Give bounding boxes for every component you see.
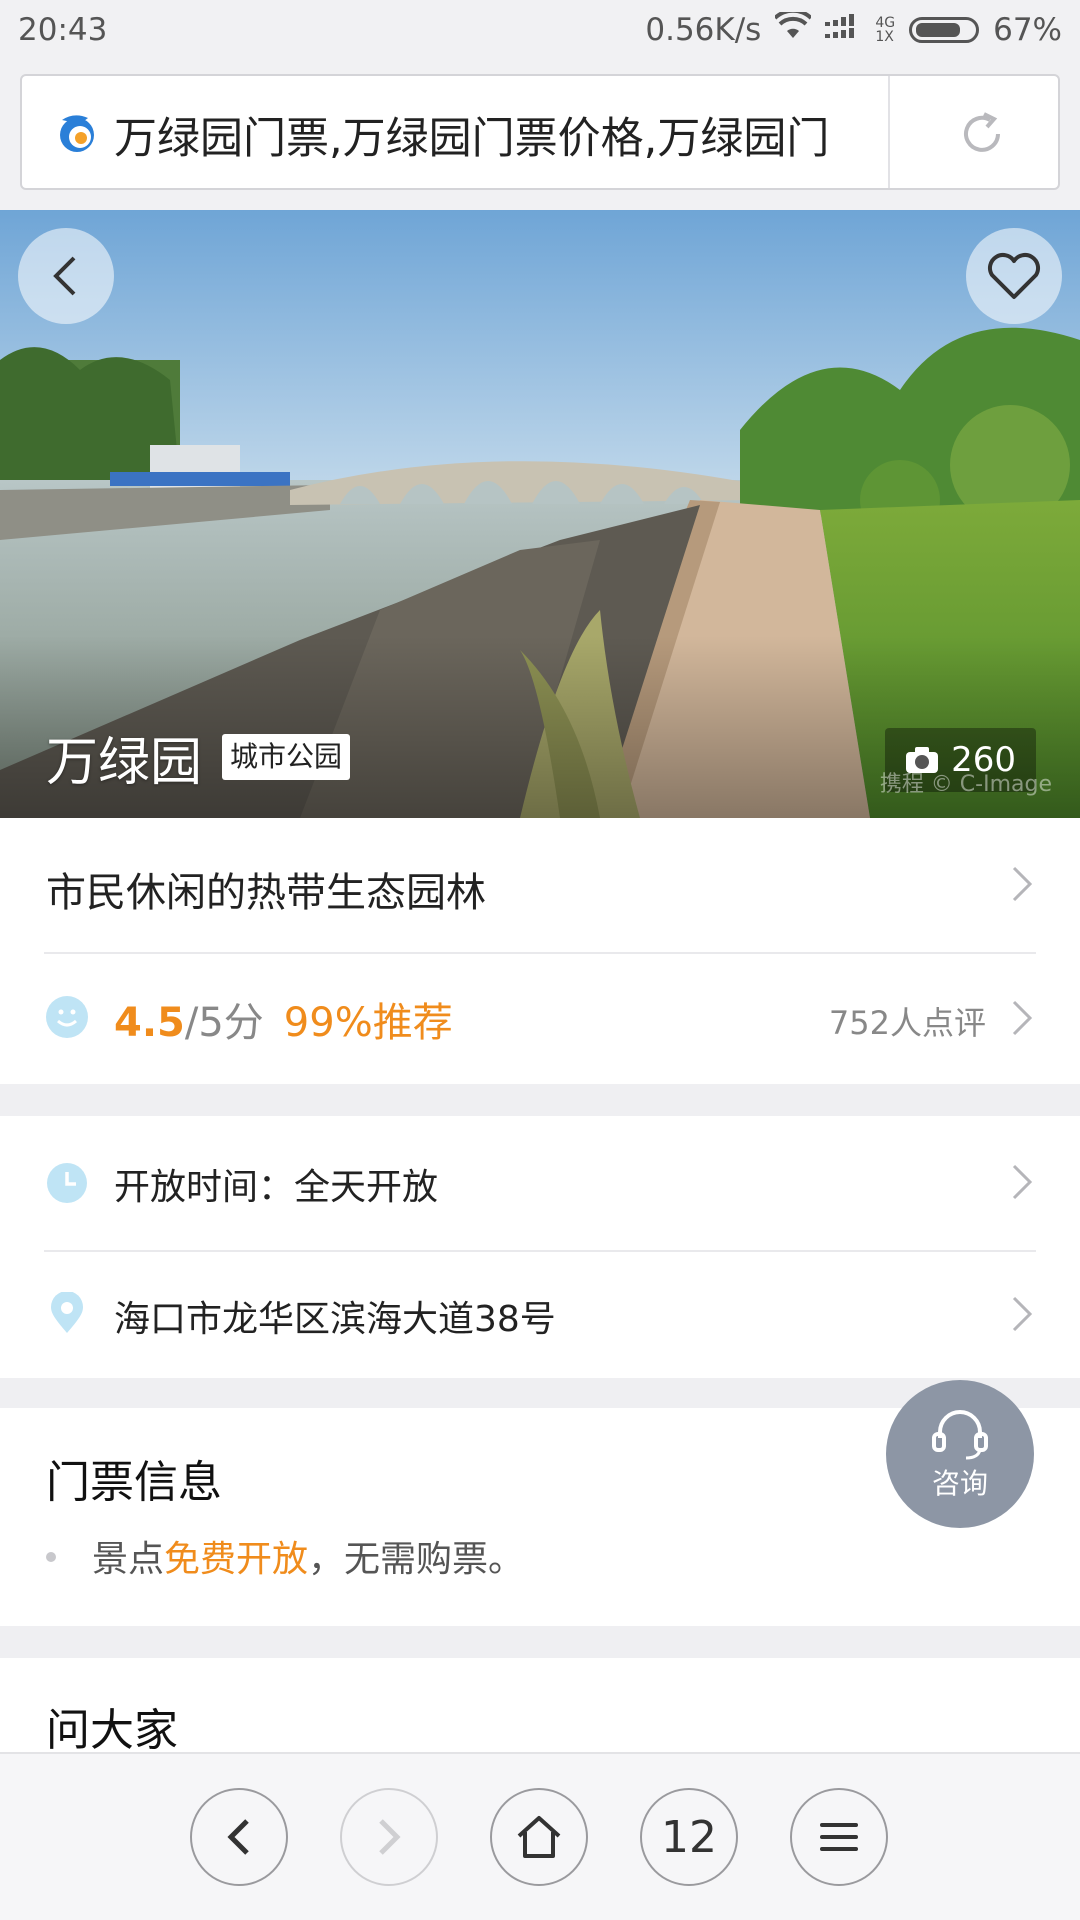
heart-icon bbox=[988, 253, 1040, 299]
chevron-right-icon bbox=[379, 1819, 401, 1855]
chevron-left-icon bbox=[227, 1819, 249, 1855]
status-time: 20:43 bbox=[18, 12, 108, 48]
nav-tabs-button[interactable]: 12 bbox=[640, 1788, 738, 1886]
image-watermark: 携程 © C-Image bbox=[879, 772, 1052, 797]
address-bar[interactable]: 万绿园门票,万绿园门票价格,万绿园门 bbox=[20, 74, 1060, 190]
nav-menu-button[interactable] bbox=[790, 1788, 888, 1886]
tabs-count: 12 bbox=[661, 1811, 717, 1863]
status-indicators: 0.56K/s 4G 1X 67% bbox=[645, 8, 1062, 48]
network-type: 4G 1X bbox=[875, 15, 896, 45]
recommend-rate: 99%推荐 bbox=[283, 1000, 453, 1046]
headset-icon bbox=[932, 1410, 988, 1460]
chevron-right-icon bbox=[1012, 1296, 1033, 1332]
section-gap bbox=[0, 1084, 1080, 1116]
status-bar: 20:43 0.56K/s 4G 1X 67% bbox=[0, 0, 1080, 62]
menu-icon bbox=[820, 1823, 858, 1851]
chevron-right-icon bbox=[1012, 1164, 1033, 1200]
location-pin-icon bbox=[51, 1292, 83, 1333]
wifi-icon bbox=[773, 8, 813, 48]
category-badge: 城市公园 bbox=[222, 734, 351, 780]
opening-hours: 开放时间：全天开放 bbox=[114, 1167, 439, 1208]
favorite-button[interactable] bbox=[966, 228, 1062, 324]
nav-forward-button[interactable] bbox=[340, 1788, 438, 1886]
rating-score: 4.5 bbox=[114, 1000, 185, 1046]
review-count: 752人点评 bbox=[828, 1004, 986, 1042]
smile-icon bbox=[46, 996, 88, 1038]
tagline-text: 市民休闲的热带生态园林 bbox=[46, 870, 486, 916]
section-gap bbox=[0, 1626, 1080, 1658]
rating-total: /5分 bbox=[184, 1000, 264, 1046]
hero-photo[interactable]: 万绿园 城市公园 260 携程 © C-Image bbox=[0, 210, 1080, 818]
ask-section-title: 问大家 bbox=[46, 1705, 178, 1756]
attraction-title: 万绿园 bbox=[46, 733, 203, 793]
url-text[interactable]: 万绿园门票,万绿园门票价格,万绿园门 bbox=[114, 104, 894, 166]
chevron-right-icon bbox=[1012, 1000, 1033, 1036]
site-logo-icon bbox=[54, 110, 100, 156]
nav-home-button[interactable] bbox=[490, 1788, 588, 1886]
nav-back-button[interactable] bbox=[190, 1788, 288, 1886]
network-speed: 0.56K/s bbox=[645, 12, 762, 48]
consult-label: 咨询 bbox=[931, 1467, 988, 1500]
rating-summary: 4.5 /5分 99%推荐 bbox=[114, 990, 453, 1048]
signal-icon bbox=[825, 12, 861, 48]
ticket-description: 景点免费开放，无需购票。 bbox=[92, 1539, 525, 1580]
battery-level: 67% bbox=[993, 12, 1062, 48]
browser-bottom-nav: 12 bbox=[0, 1752, 1080, 1920]
bullet-dot bbox=[46, 1552, 56, 1562]
chevron-left-icon bbox=[53, 256, 76, 296]
home-icon bbox=[517, 1816, 561, 1858]
battery-icon bbox=[909, 17, 980, 43]
consult-button[interactable]: 咨询 bbox=[886, 1380, 1034, 1528]
free-admission-highlight: 免费开放 bbox=[164, 1539, 309, 1580]
address-text: 海口市龙华区滨海大道38号 bbox=[114, 1299, 556, 1340]
back-button[interactable] bbox=[18, 228, 114, 324]
ticket-section-title: 门票信息 bbox=[46, 1457, 222, 1508]
browser-toolbar: 万绿园门票,万绿园门票价格,万绿园门 bbox=[0, 62, 1080, 210]
url-divider bbox=[888, 76, 890, 188]
clock-icon bbox=[47, 1163, 87, 1203]
chevron-right-icon bbox=[1012, 866, 1033, 902]
reload-icon[interactable] bbox=[954, 106, 1010, 162]
